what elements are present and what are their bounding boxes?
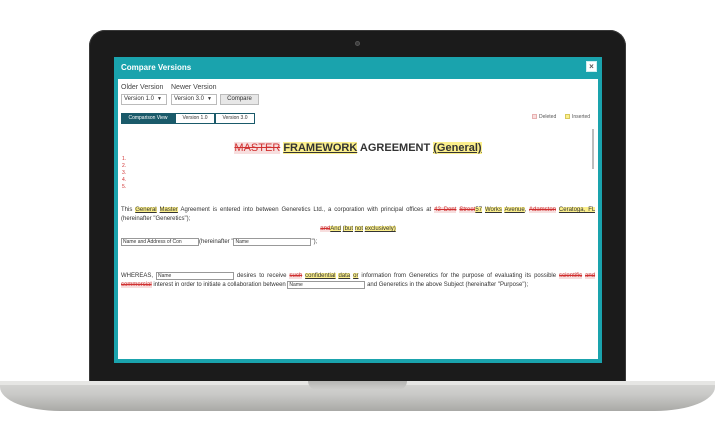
newer-version-select[interactable]: Version 3.0 ▼ [171, 94, 217, 105]
document-title: MASTER FRAMEWORK AGREEMENT (General) [114, 142, 602, 154]
paragraph-parties: This General Master Agreement is entered… [121, 206, 595, 224]
older-version-value: Version 1.0 [124, 96, 155, 102]
inserted-text: Avenue [504, 207, 525, 213]
newer-version-value: Version 3.0 [174, 96, 205, 102]
legend-inserted-label: Inserted [572, 114, 591, 120]
inserted-swatch [565, 114, 570, 119]
dialog-left-border [114, 79, 118, 363]
older-version-select[interactable]: Version 1.0 ▼ [121, 94, 167, 105]
deleted-swatch [532, 114, 537, 119]
chevron-down-icon: ▼ [207, 96, 212, 102]
counterparty-name-field[interactable]: Name [233, 238, 312, 246]
newer-version-label: Newer Version [171, 84, 217, 91]
inserted-text: exclusively) [364, 226, 396, 232]
inserted-text: (General) [433, 142, 482, 154]
paragraph-and: andAnd (but not exclusively) [114, 226, 602, 232]
legend-inserted: Inserted [565, 114, 590, 120]
close-icon[interactable]: × [586, 61, 597, 72]
inserted-text: General [135, 207, 157, 213]
text: "); [311, 239, 318, 245]
name-field[interactable]: Name [155, 272, 234, 280]
title-text: AGREEMENT [359, 142, 431, 154]
deleted-text: and [320, 226, 331, 232]
text: and Generetics in the above Subject (her… [365, 282, 529, 288]
tab-version-1[interactable]: Version 1.0 [175, 113, 215, 124]
text: (hereinafter " [199, 239, 234, 245]
deleted-text: commercial [121, 282, 152, 288]
deleted-text: scientific [559, 273, 583, 279]
paragraph-whereas: WHEREAS, Name desires to receive such co… [121, 272, 596, 290]
text: information from Generetics for the purp… [358, 273, 560, 279]
inserted-text: And [330, 226, 341, 232]
list-item: 1. [122, 156, 127, 162]
dialog-title: Compare Versions [121, 63, 192, 72]
dialog-bottom-border [114, 359, 602, 363]
deleted-text: Adamston [528, 207, 556, 213]
inserted-text: Master [159, 207, 178, 213]
text: interest in order to initiate a collabor… [151, 282, 288, 288]
text: desires to receive [233, 273, 290, 279]
list-item: 4. [122, 177, 127, 183]
list-item: 3. [122, 170, 127, 176]
laptop-screen: Compare Versions × Older Version Newer V… [114, 57, 602, 363]
text: WHEREAS, [121, 273, 156, 279]
text: This [121, 207, 136, 213]
list-item: 2. [122, 163, 127, 169]
text: (hereinafter "Generetics"); [121, 216, 191, 222]
dialog-header: Compare Versions × [114, 57, 602, 79]
text: Agreement is entered into between Genere… [177, 207, 435, 213]
numbered-list: 1. 2. 3. 4. 5. [122, 156, 126, 191]
dialog-right-border [598, 79, 602, 363]
inserted-text: confidential [305, 273, 336, 279]
inserted-text: not [354, 226, 364, 232]
counterparty-address-field[interactable]: Name and Address of Con [121, 238, 199, 246]
laptop-opening-notch [308, 381, 407, 390]
tab-comparison-view[interactable]: Comparison View [121, 113, 175, 124]
older-version-label: Older Version [121, 84, 164, 91]
compare-button[interactable]: Compare [220, 94, 259, 105]
legend-deleted-label: Deleted [539, 114, 557, 120]
tab-version-3[interactable]: Version 3.0 [215, 113, 255, 124]
deleted-text: such [289, 273, 303, 279]
inserted-text: FRAMEWORK [283, 142, 358, 154]
inserted-text: data [338, 273, 351, 279]
name-field[interactable]: Name [287, 281, 366, 289]
inserted-text: Works [484, 207, 502, 213]
legend-deleted: Deleted [532, 114, 556, 120]
paragraph-counterparty: Name and Address of Con (hereinafter " Nam… [121, 238, 595, 247]
chevron-down-icon: ▼ [157, 96, 162, 102]
deleted-text: MASTER [234, 142, 281, 154]
deleted-text: and [585, 273, 596, 279]
deleted-text: 42 Dent [434, 207, 457, 213]
list-item: 5. [122, 184, 127, 190]
inserted-text: Ceratoga, FL [558, 207, 595, 213]
inserted-text: (but [342, 226, 353, 232]
deleted-text: Street [459, 207, 476, 213]
webcam-icon [355, 41, 360, 46]
